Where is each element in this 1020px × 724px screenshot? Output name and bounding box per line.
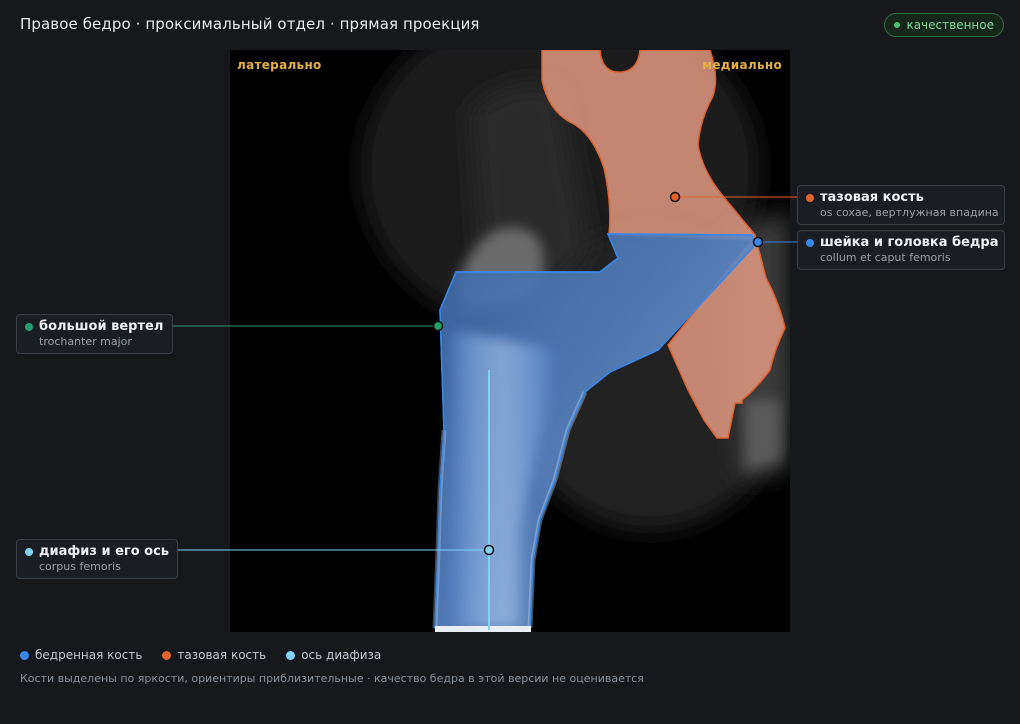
legend: бедренная кость тазовая кость ось диафиз…: [20, 648, 381, 662]
legend-axis-label: ось диафиза: [301, 648, 382, 662]
page-title: Правое бедро · проксимальный отдел · пря…: [20, 15, 480, 33]
status-dot-icon: [894, 22, 901, 28]
annotation-shaft[interactable]: диафиз и его ось corpus femoris: [16, 539, 178, 579]
legend-pelvis-label: тазовая кость: [177, 648, 267, 662]
legend-item-pelvis: тазовая кость: [162, 648, 266, 662]
femur-swatch-icon: [20, 650, 29, 660]
annotation-trochanter[interactable]: большой вертел trochanter major: [16, 314, 173, 354]
annotation-pelvis[interactable]: тазовая кость os coxae, вертлужная впади…: [797, 185, 1005, 225]
legend-item-axis: ось диафиза: [286, 648, 381, 662]
axis-swatch-icon: [286, 650, 296, 660]
orientation-lateral-label: латерально: [237, 58, 322, 72]
legend-item-femur: бедренная кость: [20, 648, 142, 662]
shaft-dot-icon: [25, 548, 33, 556]
annotation-pelvis-subtitle: os coxae, вертлужная впадина: [820, 206, 999, 219]
annotation-shaft-title: диафиз и его ось: [39, 544, 170, 559]
annotation-neck-subtitle: collum et caput femoris: [820, 251, 951, 264]
xray-image: [360, 50, 790, 632]
annotation-neck[interactable]: шейка и головка бедра collum et caput fe…: [797, 230, 1005, 270]
quality-badge: качественное: [884, 13, 1004, 37]
quality-badge-label: качественное: [906, 18, 994, 32]
annotation-neck-title: шейка и головка бедра: [820, 235, 999, 250]
pelvis-swatch-icon: [162, 650, 172, 660]
neck-dot-icon: [806, 239, 814, 247]
orientation-medial-label: медиально: [702, 58, 782, 72]
annotation-trochanter-title: большой вертел: [39, 319, 164, 334]
annotation-shaft-subtitle: corpus femoris: [39, 560, 121, 573]
legend-femur-label: бедренная кость: [35, 648, 143, 662]
trochanter-dot-icon: [25, 323, 33, 331]
xray-viewer[interactable]: латерально медиально: [230, 50, 790, 632]
annotation-trochanter-subtitle: trochanter major: [39, 335, 132, 348]
annotation-pelvis-title: тазовая кость: [820, 190, 924, 205]
pelvis-dot-icon: [806, 194, 814, 202]
footnote: Кости выделены по яркости, ориентиры при…: [20, 672, 644, 685]
